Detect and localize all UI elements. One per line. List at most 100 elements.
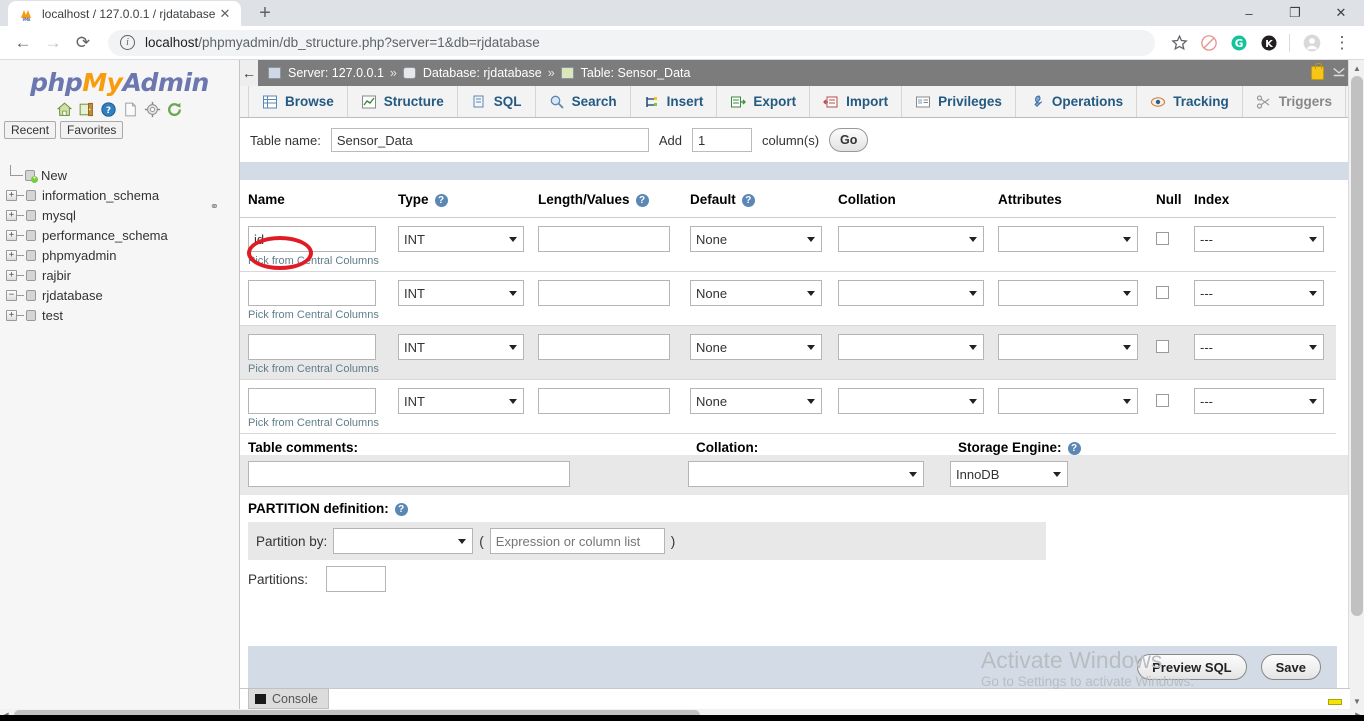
column-name-input[interactable] bbox=[248, 334, 376, 360]
address-bar[interactable]: i localhost/phpmyadmin/db_structure.php?… bbox=[108, 30, 1155, 56]
sidebar-item-performance_schema[interactable]: + performance_schema bbox=[6, 225, 239, 245]
column-collation-select[interactable] bbox=[838, 280, 984, 306]
column-collation-select[interactable] bbox=[838, 334, 984, 360]
sidebar-item-new[interactable]: + New bbox=[6, 165, 239, 185]
column-length-input[interactable] bbox=[538, 334, 670, 360]
page-vertical-scrollbar[interactable]: ▲ ▼ bbox=[1348, 60, 1364, 709]
tab-operations[interactable]: Operations bbox=[1016, 86, 1137, 117]
docs-icon[interactable] bbox=[122, 101, 139, 118]
settings-gear-icon[interactable] bbox=[144, 101, 161, 118]
table-name-input[interactable] bbox=[331, 128, 649, 152]
grammarly-icon[interactable]: G bbox=[1225, 29, 1253, 57]
sidebar-item-rjdatabase[interactable]: − rjdatabase bbox=[6, 285, 239, 305]
column-null-checkbox[interactable] bbox=[1156, 286, 1169, 299]
account-icon[interactable] bbox=[1298, 29, 1326, 57]
window-close-button[interactable]: ✕ bbox=[1318, 0, 1364, 26]
column-index-select[interactable]: --- bbox=[1194, 388, 1324, 414]
refresh-icon[interactable] bbox=[166, 101, 183, 118]
column-length-input[interactable] bbox=[538, 226, 670, 252]
sidebar-item-label[interactable]: rajbir bbox=[42, 268, 71, 283]
favorites-tab[interactable]: Favorites bbox=[60, 121, 123, 139]
pick-central-columns-link[interactable]: Pick from Central Columns bbox=[248, 360, 398, 375]
help-icon[interactable]: ? bbox=[435, 194, 448, 207]
profile-k-icon[interactable]: K bbox=[1255, 29, 1283, 57]
column-type-select[interactable]: INT bbox=[398, 334, 524, 360]
save-button[interactable]: Save bbox=[1261, 654, 1321, 680]
tab-import[interactable]: Import bbox=[810, 86, 902, 117]
recent-tab[interactable]: Recent bbox=[4, 121, 56, 139]
breadcrumb-server[interactable]: Server: 127.0.0.1 bbox=[288, 66, 384, 80]
tab-export[interactable]: Export bbox=[717, 86, 810, 117]
help-icon[interactable]: ? bbox=[395, 503, 408, 516]
sidebar-item-test[interactable]: + test bbox=[6, 305, 239, 325]
column-collation-select[interactable] bbox=[838, 226, 984, 252]
sidebar-item-rajbir[interactable]: + rajbir bbox=[6, 265, 239, 285]
expander-icon[interactable]: + bbox=[6, 230, 17, 241]
collapse-icon[interactable] bbox=[1332, 65, 1346, 82]
phpmyadmin-logo[interactable]: phpMyAdmin bbox=[0, 60, 239, 99]
column-type-select[interactable]: INT bbox=[398, 388, 524, 414]
column-length-input[interactable] bbox=[538, 280, 670, 306]
pick-central-columns-link[interactable]: Pick from Central Columns bbox=[248, 306, 398, 321]
help-icon[interactable]: ? bbox=[636, 194, 649, 207]
add-columns-input[interactable] bbox=[692, 128, 752, 152]
tab-insert[interactable]: Insert bbox=[631, 86, 718, 117]
reload-button[interactable]: ⟳ bbox=[68, 28, 98, 58]
back-button[interactable]: ← bbox=[8, 28, 38, 58]
help-icon[interactable]: ? bbox=[742, 194, 755, 207]
help-icon[interactable]: ? bbox=[1068, 442, 1081, 455]
tab-structure[interactable]: Structure bbox=[348, 86, 458, 117]
partitions-input[interactable] bbox=[326, 566, 386, 592]
sidebar-item-information_schema[interactable]: + information_schema bbox=[6, 185, 239, 205]
column-default-select[interactable]: None bbox=[690, 388, 822, 414]
column-default-select[interactable]: None bbox=[690, 334, 822, 360]
home-icon[interactable] bbox=[56, 101, 73, 118]
breadcrumb-back-button[interactable]: ← bbox=[240, 60, 258, 86]
column-index-select[interactable]: --- bbox=[1194, 334, 1324, 360]
expander-icon[interactable]: + bbox=[6, 190, 17, 201]
forward-button[interactable]: → bbox=[38, 28, 68, 58]
table-collation-select[interactable] bbox=[688, 461, 924, 487]
pick-central-columns-link[interactable]: Pick from Central Columns bbox=[248, 252, 398, 267]
tab-close-icon[interactable]: ✕ bbox=[217, 6, 233, 22]
sidebar-item-label[interactable]: information_schema bbox=[42, 188, 159, 203]
tab-triggers[interactable]: Triggers bbox=[1243, 86, 1346, 117]
browser-tab[interactable]: PMA localhost / 127.0.0.1 / rjdatabase ✕ bbox=[8, 1, 241, 26]
toggle-link-icon[interactable]: ⚭ bbox=[210, 200, 219, 213]
column-attributes-select[interactable] bbox=[998, 280, 1138, 306]
scroll-down-icon[interactable]: ▼ bbox=[1349, 693, 1364, 709]
column-index-select[interactable]: --- bbox=[1194, 280, 1324, 306]
sidebar-item-label[interactable]: test bbox=[42, 308, 63, 323]
column-name-input[interactable] bbox=[248, 226, 376, 252]
sidebar-item-mysql[interactable]: + mysql bbox=[6, 205, 239, 225]
window-minimize-button[interactable]: – bbox=[1226, 0, 1272, 26]
column-null-checkbox[interactable] bbox=[1156, 232, 1169, 245]
column-null-checkbox[interactable] bbox=[1156, 394, 1169, 407]
pick-central-columns-link[interactable]: Pick from Central Columns bbox=[248, 414, 398, 429]
sidebar-item-phpmyadmin[interactable]: + phpmyadmin bbox=[6, 245, 239, 265]
partition-expression-input[interactable] bbox=[490, 528, 665, 554]
table-comments-input[interactable] bbox=[248, 461, 570, 487]
go-button[interactable]: Go bbox=[829, 128, 868, 152]
site-info-icon[interactable]: i bbox=[120, 35, 135, 50]
column-name-input[interactable] bbox=[248, 388, 376, 414]
new-tab-button[interactable]: + bbox=[251, 0, 279, 27]
blocked-icon[interactable] bbox=[1195, 29, 1223, 57]
lock-icon[interactable] bbox=[1311, 66, 1324, 80]
expander-icon[interactable]: + bbox=[6, 310, 17, 321]
column-index-select[interactable]: --- bbox=[1194, 226, 1324, 252]
scrollbar-thumb[interactable] bbox=[1351, 76, 1363, 616]
column-attributes-select[interactable] bbox=[998, 334, 1138, 360]
breadcrumb-table[interactable]: Table: Sensor_Data bbox=[581, 66, 691, 80]
sidebar-item-label[interactable]: performance_schema bbox=[42, 228, 168, 243]
column-name-input[interactable] bbox=[248, 280, 376, 306]
tab-search[interactable]: Search bbox=[536, 86, 631, 117]
breadcrumb-database[interactable]: Database: rjdatabase bbox=[423, 66, 542, 80]
sidebar-item-label[interactable]: phpmyadmin bbox=[42, 248, 116, 263]
tab-tracking[interactable]: Tracking bbox=[1137, 86, 1243, 117]
partition-by-select[interactable] bbox=[333, 528, 473, 554]
expander-icon[interactable]: + bbox=[6, 210, 17, 221]
window-maximize-button[interactable]: ❐ bbox=[1272, 0, 1318, 26]
scroll-up-icon[interactable]: ▲ bbox=[1349, 60, 1364, 76]
column-type-select[interactable]: INT bbox=[398, 280, 524, 306]
